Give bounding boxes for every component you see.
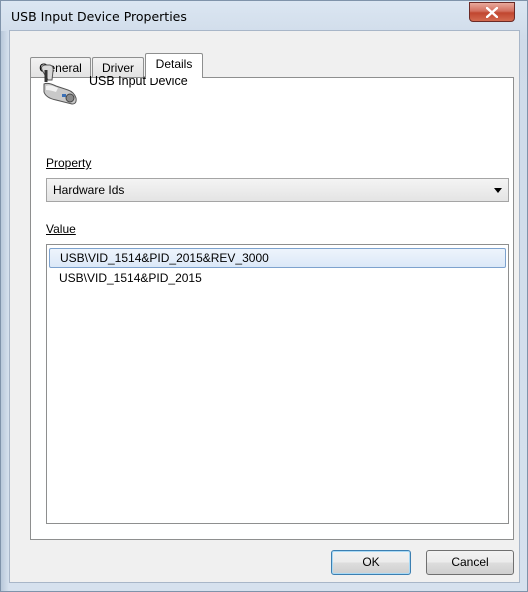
close-button[interactable]: [469, 2, 515, 22]
cancel-button[interactable]: Cancel: [426, 550, 514, 575]
list-item-text: USB\VID_1514&PID_2015: [59, 271, 202, 285]
ok-button[interactable]: OK: [331, 550, 411, 575]
list-item-text: USB\VID_1514&PID_2015&REV_3000: [60, 251, 269, 265]
property-dropdown-value: Hardware Ids: [53, 183, 125, 197]
list-item[interactable]: USB\VID_1514&PID_2015: [49, 269, 506, 289]
close-icon: [486, 7, 498, 18]
value-listbox[interactable]: USB\VID_1514&PID_2015&REV_3000 USB\VID_1…: [46, 244, 509, 524]
tab-details[interactable]: Details: [145, 53, 203, 78]
ok-button-label: OK: [362, 555, 380, 569]
tab-details-label: Details: [155, 57, 193, 71]
window-title: USB Input Device Properties: [11, 9, 187, 24]
list-item[interactable]: USB\VID_1514&PID_2015&REV_3000: [49, 248, 506, 268]
tab-driver-label: Driver: [102, 61, 134, 75]
chevron-down-icon: [494, 188, 502, 193]
value-label: Value: [46, 222, 76, 236]
value-label-text: Value: [46, 222, 76, 236]
property-label-text: Property: [46, 156, 92, 170]
property-dropdown[interactable]: Hardware Ids: [46, 178, 509, 202]
window-border: [1, 31, 9, 591]
game-controller-icon: [40, 64, 77, 105]
cancel-button-label: Cancel: [451, 555, 489, 569]
title-bar[interactable]: USB Input Device Properties: [1, 1, 527, 31]
property-label: Property: [46, 156, 91, 170]
